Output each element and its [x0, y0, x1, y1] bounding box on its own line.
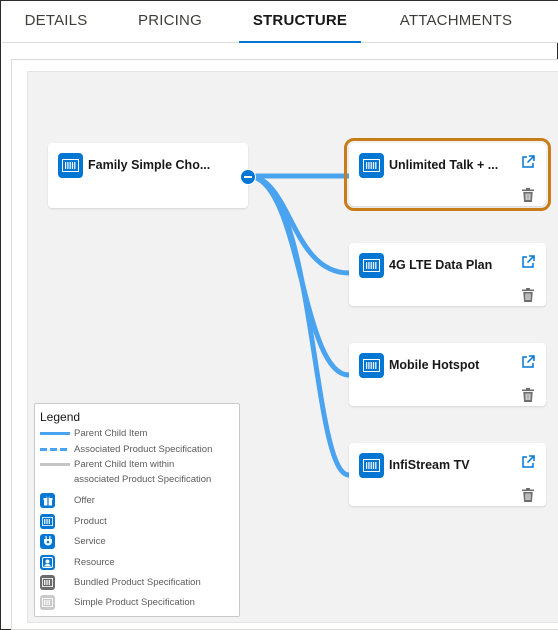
open-external-icon[interactable] — [521, 255, 535, 269]
dashed-line-swatch — [40, 448, 70, 451]
simple-spec-icon — [40, 595, 55, 610]
root-product-card[interactable]: Family Simple Cho... — [48, 143, 248, 208]
structure-panel: DETAILS PRICING STRUCTURE ATTACHMENTS Fa… — [0, 0, 558, 630]
product-icon — [40, 514, 55, 529]
legend-label: Service — [74, 536, 106, 547]
open-external-icon[interactable] — [521, 455, 535, 469]
delete-trash-icon[interactable] — [522, 288, 534, 302]
child-product-card[interactable]: Mobile Hotspot — [349, 343, 546, 406]
product-icon — [359, 153, 384, 178]
legend-label: Parent Child Item — [74, 428, 148, 439]
delete-trash-icon[interactable] — [522, 188, 534, 202]
bundled-spec-icon — [40, 575, 55, 590]
tab-attachments[interactable]: ATTACHMENTS — [395, 1, 517, 42]
open-external-icon[interactable] — [521, 355, 535, 369]
child-product-card[interactable]: InfiStream TV — [349, 443, 546, 506]
legend-label: associated Product Specification — [74, 474, 212, 485]
grey-line-swatch — [40, 463, 70, 466]
child-product-label: InfiStream TV — [389, 458, 470, 472]
legend-title: Legend — [40, 410, 81, 424]
child-product-card[interactable]: 4G LTE Data Plan — [349, 243, 546, 306]
root-product-label: Family Simple Cho... — [88, 158, 211, 172]
product-icon — [58, 153, 83, 178]
child-product-label: Unlimited Talk + ... — [389, 158, 499, 172]
product-icon — [359, 353, 384, 378]
child-product-label: Mobile Hotspot — [389, 358, 480, 372]
child-product-card[interactable]: Unlimited Talk + ... — [344, 138, 551, 211]
product-icon — [359, 253, 384, 278]
legend-label: Bundled Product Specification — [74, 577, 201, 588]
delete-trash-icon[interactable] — [522, 388, 534, 402]
tab-structure[interactable]: STRUCTURE — [239, 1, 361, 43]
offer-icon — [40, 493, 55, 508]
solid-line-swatch — [40, 432, 70, 435]
resource-icon — [40, 555, 55, 570]
child-product-label: 4G LTE Data Plan — [389, 258, 493, 272]
tab-bar: DETAILS PRICING STRUCTURE ATTACHMENTS — [2, 1, 558, 43]
service-icon — [40, 534, 55, 549]
tab-pricing[interactable]: PRICING — [130, 1, 210, 42]
legend-panel: Legend Parent Child Item Associated Prod… — [34, 403, 240, 617]
legend-label: Product — [74, 516, 107, 527]
legend-label: Resource — [74, 557, 115, 568]
legend-label: Associated Product Specification — [74, 444, 213, 455]
legend-label: Offer — [74, 495, 95, 506]
minus-icon — [244, 176, 252, 178]
collapse-toggle-button[interactable] — [240, 169, 256, 185]
tab-details[interactable]: DETAILS — [20, 1, 92, 42]
legend-label: Simple Product Specification — [74, 597, 195, 608]
open-external-icon[interactable] — [521, 155, 535, 169]
delete-trash-icon[interactable] — [522, 488, 534, 502]
legend-label: Parent Child Item within — [74, 459, 175, 470]
product-icon — [359, 453, 384, 478]
